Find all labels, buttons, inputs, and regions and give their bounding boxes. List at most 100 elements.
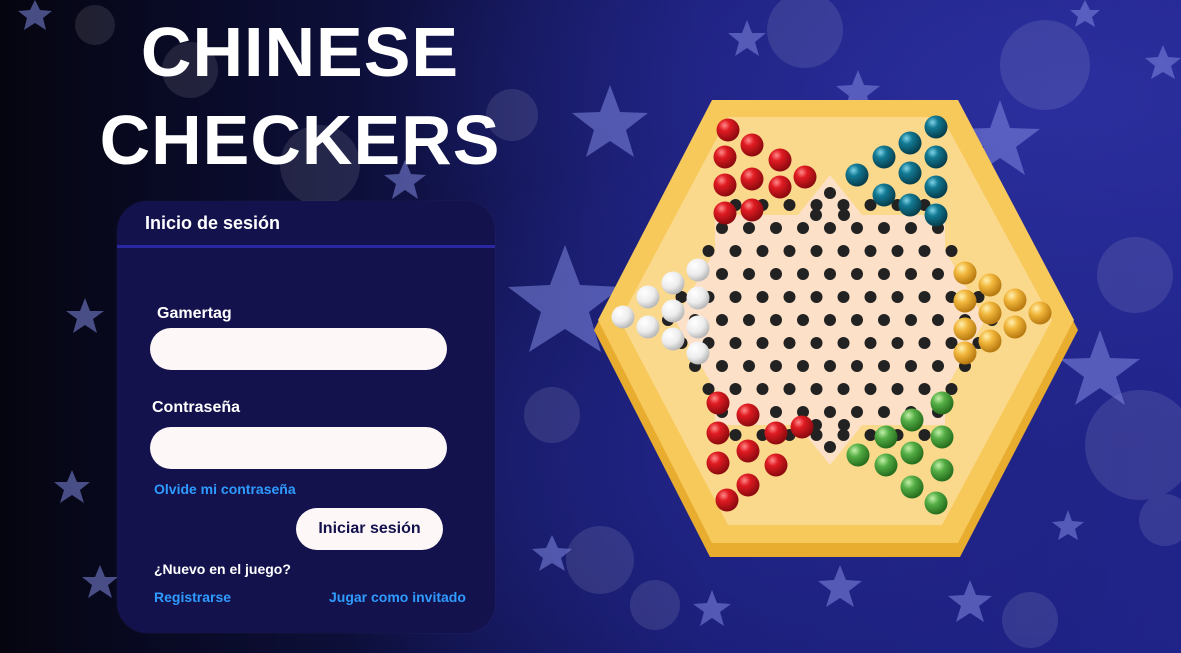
red-marble[interactable] bbox=[706, 451, 730, 475]
red-marble[interactable] bbox=[706, 421, 730, 445]
yellow-marble[interactable] bbox=[1003, 288, 1027, 312]
board-hole bbox=[810, 245, 823, 257]
white-marble[interactable] bbox=[636, 315, 660, 339]
red-marble[interactable] bbox=[713, 145, 737, 169]
red-marble[interactable] bbox=[768, 175, 792, 199]
login-button[interactable]: Iniciar sesión bbox=[296, 508, 443, 550]
teal-marble[interactable] bbox=[924, 115, 948, 139]
red-marble[interactable] bbox=[706, 391, 730, 415]
red-marble[interactable] bbox=[790, 415, 814, 439]
board-hole bbox=[864, 383, 877, 395]
green-marble[interactable] bbox=[930, 391, 954, 415]
green-marble[interactable] bbox=[900, 408, 924, 432]
board-hole bbox=[824, 187, 836, 199]
teal-marble[interactable] bbox=[898, 161, 922, 185]
board-hole bbox=[918, 429, 931, 441]
yellow-marble[interactable] bbox=[978, 301, 1002, 325]
board-hole bbox=[918, 245, 931, 257]
board-hole bbox=[729, 291, 742, 303]
board-hole bbox=[743, 268, 755, 280]
green-marble[interactable] bbox=[846, 443, 870, 467]
teal-marble[interactable] bbox=[898, 193, 922, 217]
board-hole bbox=[878, 360, 890, 372]
yellow-marble[interactable] bbox=[1028, 301, 1052, 325]
chinese-checkers-board bbox=[594, 100, 1078, 557]
yellow-marble[interactable] bbox=[1003, 315, 1027, 339]
green-marble[interactable] bbox=[930, 425, 954, 449]
red-marble[interactable] bbox=[713, 173, 737, 197]
white-marble[interactable] bbox=[686, 286, 710, 310]
guest-link[interactable]: Jugar como invitado bbox=[329, 589, 466, 605]
red-marble[interactable] bbox=[715, 488, 739, 512]
yellow-marble[interactable] bbox=[978, 273, 1002, 297]
red-marble[interactable] bbox=[740, 133, 764, 157]
white-marble[interactable] bbox=[661, 299, 685, 323]
yellow-marble[interactable] bbox=[953, 261, 977, 285]
board-hole bbox=[837, 383, 850, 395]
board-hole bbox=[810, 337, 823, 349]
green-marble[interactable] bbox=[930, 458, 954, 482]
white-marble[interactable] bbox=[686, 341, 710, 365]
register-link[interactable]: Registrarse bbox=[154, 589, 231, 605]
teal-marble[interactable] bbox=[872, 145, 896, 169]
teal-marble[interactable] bbox=[872, 183, 896, 207]
forgot-password-link[interactable]: Olvide mi contraseña bbox=[154, 481, 296, 497]
board-hole bbox=[838, 209, 850, 221]
red-marble[interactable] bbox=[764, 453, 788, 477]
board-hole bbox=[851, 222, 863, 234]
board-hole bbox=[932, 360, 944, 372]
password-input[interactable] bbox=[150, 427, 447, 469]
board-hole bbox=[878, 268, 890, 280]
board-hole bbox=[770, 314, 782, 326]
board-hole bbox=[702, 245, 715, 257]
red-marble[interactable] bbox=[793, 165, 817, 189]
board-hole bbox=[891, 337, 904, 349]
yellow-marble[interactable] bbox=[953, 341, 977, 365]
yellow-marble[interactable] bbox=[953, 317, 977, 341]
board-hole bbox=[838, 419, 850, 431]
yellow-marble[interactable] bbox=[953, 289, 977, 313]
board-hole bbox=[716, 268, 728, 280]
red-marble[interactable] bbox=[740, 167, 764, 191]
green-marble[interactable] bbox=[900, 441, 924, 465]
board-hole bbox=[783, 337, 796, 349]
green-marble[interactable] bbox=[874, 453, 898, 477]
board-hole bbox=[810, 383, 823, 395]
red-marble[interactable] bbox=[768, 148, 792, 172]
teal-marble[interactable] bbox=[924, 203, 948, 227]
red-marble[interactable] bbox=[713, 201, 737, 225]
board-hole bbox=[837, 291, 850, 303]
white-marble[interactable] bbox=[661, 327, 685, 351]
board-hole bbox=[905, 314, 917, 326]
teal-marble[interactable] bbox=[924, 175, 948, 199]
white-marble[interactable] bbox=[661, 271, 685, 295]
red-marble[interactable] bbox=[736, 403, 760, 427]
password-label: Contraseña bbox=[152, 399, 241, 416]
teal-marble[interactable] bbox=[845, 163, 869, 187]
red-marble[interactable] bbox=[736, 439, 760, 463]
white-marble[interactable] bbox=[686, 315, 710, 339]
white-marble[interactable] bbox=[636, 285, 660, 309]
board-hole bbox=[878, 222, 890, 234]
board-hole bbox=[743, 314, 755, 326]
board-hole bbox=[743, 222, 755, 234]
red-marble[interactable] bbox=[736, 473, 760, 497]
teal-marble[interactable] bbox=[924, 145, 948, 169]
red-marble[interactable] bbox=[740, 198, 764, 222]
title-line-1: CHINESE bbox=[140, 13, 460, 91]
board-hole bbox=[729, 383, 742, 395]
red-marble[interactable] bbox=[716, 118, 740, 142]
board-hole bbox=[797, 314, 809, 326]
white-marble[interactable] bbox=[611, 305, 635, 329]
white-marble[interactable] bbox=[686, 258, 710, 282]
board-hole bbox=[905, 268, 917, 280]
board-hole bbox=[797, 222, 809, 234]
green-marble[interactable] bbox=[900, 475, 924, 499]
teal-marble[interactable] bbox=[898, 131, 922, 155]
board-hole bbox=[905, 222, 917, 234]
yellow-marble[interactable] bbox=[978, 329, 1002, 353]
red-marble[interactable] bbox=[764, 421, 788, 445]
green-marble[interactable] bbox=[874, 425, 898, 449]
gamertag-input[interactable] bbox=[150, 328, 447, 370]
green-marble[interactable] bbox=[924, 491, 948, 515]
